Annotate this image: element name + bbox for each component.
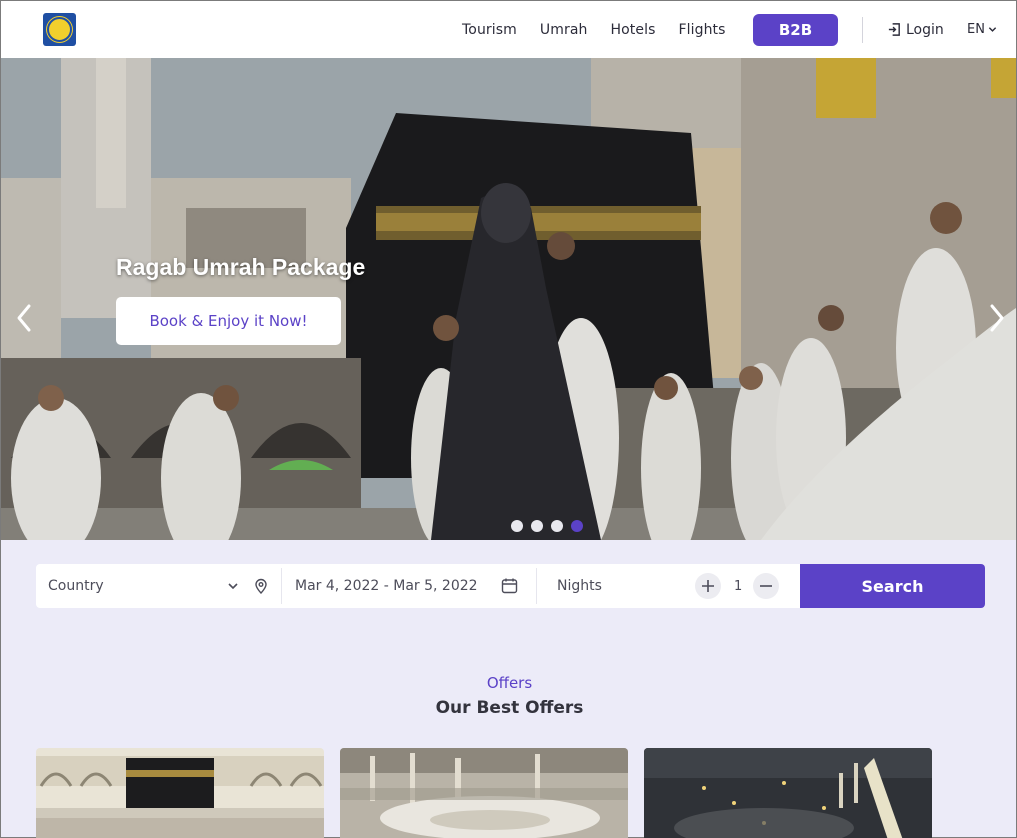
carousel-next-arrow[interactable] bbox=[982, 296, 1012, 340]
nights-increment-button[interactable] bbox=[695, 573, 721, 599]
offers-title: Our Best Offers bbox=[435, 698, 584, 718]
language-label: EN bbox=[967, 22, 985, 37]
location-pin-icon bbox=[255, 578, 267, 594]
search-button[interactable]: Search bbox=[800, 564, 985, 608]
brand-logo[interactable] bbox=[43, 13, 76, 46]
carousel-indicators bbox=[511, 520, 583, 532]
company-seal-icon bbox=[47, 17, 72, 42]
b2b-button[interactable]: B2B bbox=[753, 14, 838, 46]
chevron-down-icon bbox=[988, 27, 997, 32]
offer-image bbox=[644, 748, 932, 838]
language-selector[interactable]: EN bbox=[967, 1, 997, 58]
carousel-prev-arrow[interactable] bbox=[9, 296, 39, 340]
nav-link-hotels[interactable]: Hotels bbox=[610, 22, 655, 38]
carousel-dot[interactable] bbox=[551, 520, 563, 532]
chevron-left-icon bbox=[17, 304, 31, 332]
top-navbar: Tourism Umrah Hotels Flights B2B Login E… bbox=[1, 1, 1016, 58]
nights-value: 1 bbox=[734, 578, 743, 594]
plus-icon bbox=[702, 580, 714, 592]
offers-kicker: Offers bbox=[486, 674, 533, 692]
offer-card[interactable] bbox=[644, 748, 932, 838]
carousel-dot-active[interactable] bbox=[571, 520, 583, 532]
nav-link-flights[interactable]: Flights bbox=[678, 22, 725, 38]
chevron-down-icon bbox=[228, 583, 238, 590]
login-icon bbox=[888, 23, 900, 36]
field-separator bbox=[536, 568, 537, 604]
minus-icon bbox=[760, 585, 772, 587]
login-label: Login bbox=[906, 21, 944, 38]
offer-card[interactable] bbox=[36, 748, 324, 838]
hero-title: Ragab Umrah Package bbox=[116, 254, 366, 280]
chevron-right-icon bbox=[990, 304, 1004, 332]
offer-card[interactable] bbox=[340, 748, 628, 838]
date-range-picker[interactable]: Mar 4, 2022 - Mar 5, 2022 bbox=[295, 564, 525, 608]
carousel-dot[interactable] bbox=[531, 520, 543, 532]
field-separator bbox=[281, 568, 282, 604]
main-nav: Tourism Umrah Hotels Flights bbox=[462, 1, 726, 58]
carousel-dot[interactable] bbox=[511, 520, 523, 532]
calendar-icon bbox=[501, 578, 518, 594]
country-select[interactable]: Country bbox=[48, 564, 238, 608]
offer-image bbox=[36, 748, 324, 838]
nights-field: Nights bbox=[557, 564, 677, 608]
login-button[interactable]: Login bbox=[887, 1, 944, 58]
hero-cta-button[interactable]: Book & Enjoy it Now! bbox=[116, 297, 341, 345]
nights-label: Nights bbox=[557, 578, 602, 594]
nav-link-tourism[interactable]: Tourism bbox=[462, 22, 517, 38]
nights-decrement-button[interactable] bbox=[753, 573, 779, 599]
nav-divider bbox=[862, 17, 863, 43]
hero-carousel: Ragab Umrah Package Book & Enjoy it Now! bbox=[1, 58, 1016, 540]
search-bar: Country Mar 4, 2022 - Mar 5, 2022 Nights… bbox=[36, 564, 985, 608]
offer-image bbox=[340, 748, 628, 838]
date-range-value: Mar 4, 2022 - Mar 5, 2022 bbox=[295, 578, 478, 594]
nav-link-umrah[interactable]: Umrah bbox=[540, 22, 588, 38]
country-placeholder: Country bbox=[48, 578, 104, 594]
